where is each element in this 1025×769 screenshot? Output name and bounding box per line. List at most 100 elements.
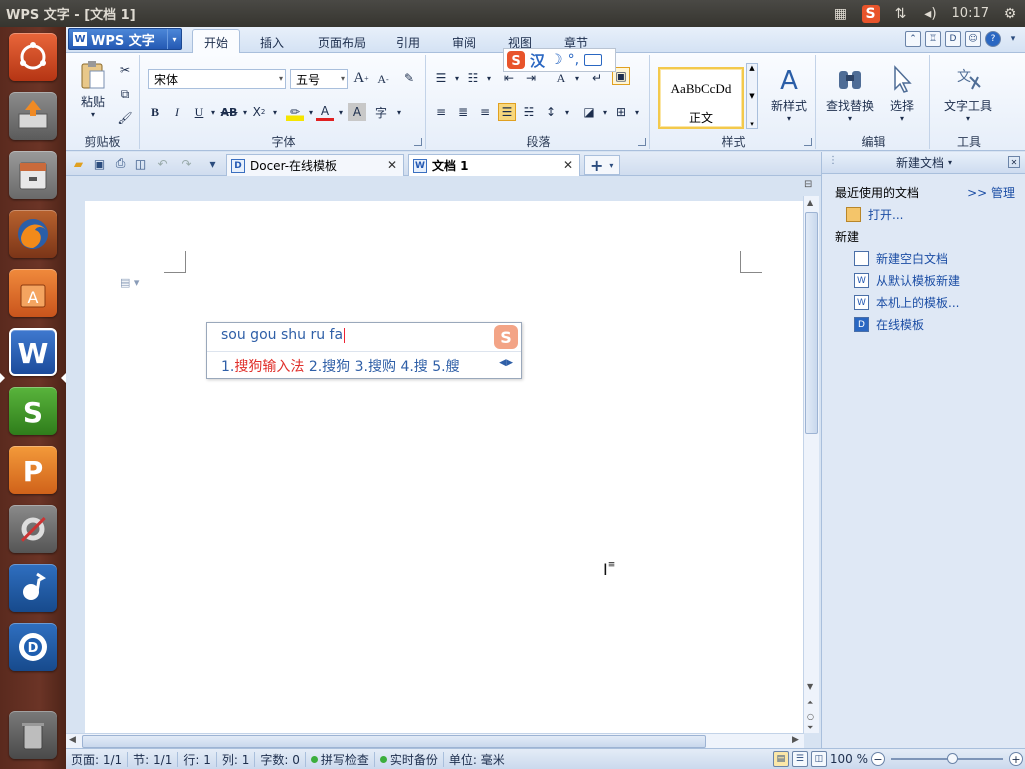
superscript-dropdown-icon[interactable]: ▾ bbox=[266, 103, 284, 121]
docer-icon[interactable]: D bbox=[945, 31, 961, 47]
zoom-in-icon[interactable]: + bbox=[1009, 752, 1023, 766]
justify-icon[interactable]: ☰ bbox=[498, 103, 516, 121]
candidate-4[interactable]: 4.搜 bbox=[400, 359, 427, 375]
style-expand-icon[interactable]: ▾ bbox=[750, 120, 754, 128]
chinese-mode-toggle[interactable]: 汉 bbox=[530, 50, 545, 71]
web-view-icon[interactable]: ◫ bbox=[810, 751, 827, 767]
candidate-page-arrows-icon[interactable]: ◀▶ bbox=[499, 358, 513, 368]
font-dialog-launcher[interactable] bbox=[414, 138, 422, 146]
collapse-ribbon-icon[interactable]: ⌃ bbox=[905, 31, 921, 47]
next-page-icon[interactable]: ⏷ bbox=[807, 723, 813, 733]
cut-icon[interactable]: ✂ bbox=[116, 61, 134, 79]
software-updater-icon[interactable] bbox=[9, 92, 57, 140]
borders-dropdown-icon[interactable]: ▾ bbox=[628, 103, 646, 121]
sogou-tray-icon[interactable]: S bbox=[861, 4, 880, 23]
dropdown-arrow-icon[interactable]: ▾ bbox=[167, 29, 181, 49]
page-view-icon[interactable]: ▤ bbox=[772, 751, 789, 767]
customize-qa-icon[interactable]: ▾ bbox=[204, 155, 221, 172]
new-tab-button[interactable]: + ▾ bbox=[584, 155, 620, 175]
wps-presentation-icon[interactable]: P bbox=[9, 446, 57, 494]
drag-handle-icon[interactable]: ⋮ bbox=[828, 155, 838, 166]
align-center-icon[interactable]: ≣ bbox=[454, 103, 472, 121]
style-scroll-up-icon[interactable]: ▲ bbox=[749, 64, 754, 72]
user-icon[interactable]: ☺ bbox=[965, 31, 981, 47]
format-painter-icon[interactable]: 🖌 bbox=[116, 109, 134, 127]
select-button[interactable]: 选择 ▾ bbox=[882, 63, 922, 123]
print-icon[interactable]: ⎙ bbox=[112, 155, 129, 172]
zoom-out-icon[interactable]: − bbox=[871, 752, 885, 766]
trash-icon[interactable] bbox=[9, 711, 57, 759]
volume-icon[interactable]: ◂) bbox=[922, 5, 940, 23]
style-scroll-down-icon[interactable]: ▼ bbox=[749, 92, 754, 100]
deepin-player-icon[interactable]: D bbox=[9, 623, 57, 671]
calendar-icon[interactable]: ▦ bbox=[832, 5, 850, 23]
outline-view-icon[interactable]: ☰ bbox=[791, 751, 808, 767]
paragraph-dialog-launcher[interactable] bbox=[638, 138, 646, 146]
open-link[interactable]: 打开... bbox=[846, 206, 903, 223]
task-pane-header[interactable]: ⋮ 新建文档 ▾ ✕ bbox=[822, 152, 1025, 174]
ime-status-bar[interactable]: S 汉 ☽ °, bbox=[503, 48, 616, 72]
distributed-icon[interactable]: ☵ bbox=[520, 103, 538, 121]
network-icon[interactable]: ⇅ bbox=[892, 5, 910, 23]
save-icon[interactable]: ▣ bbox=[91, 155, 108, 172]
style-normal[interactable]: AaBbCcDd 正文 bbox=[658, 67, 744, 129]
scroll-up-icon[interactable]: ▲ bbox=[807, 198, 813, 207]
new-style-button[interactable]: A 新样式 ▾ bbox=[764, 63, 814, 123]
line-spacing-dropdown-icon[interactable]: ▾ bbox=[558, 103, 576, 121]
document-page[interactable] bbox=[85, 201, 803, 733]
local-templates-link[interactable]: W 本机上的模板... bbox=[854, 294, 959, 311]
candidate-5[interactable]: 5.艘 bbox=[432, 359, 459, 375]
ruler-toggle-icon[interactable]: ⊟ bbox=[804, 179, 818, 193]
numbering-dropdown-icon[interactable]: ▾ bbox=[480, 69, 498, 87]
close-pane-icon[interactable]: ✕ bbox=[1008, 156, 1020, 168]
style-gallery-scroll[interactable]: ▲ ▼ ▾ bbox=[746, 63, 758, 129]
styles-dialog-launcher[interactable] bbox=[804, 138, 812, 146]
zoom-slider-knob[interactable] bbox=[947, 753, 958, 764]
ubuntu-home-icon[interactable] bbox=[9, 33, 57, 81]
tab-home[interactable]: 开始 bbox=[192, 29, 240, 54]
scroll-down-icon[interactable]: ▼ bbox=[807, 682, 813, 691]
shrink-font-icon[interactable]: A- bbox=[374, 70, 392, 88]
char-shading-icon[interactable]: A bbox=[348, 103, 366, 121]
paste-button[interactable]: 粘贴 ▾ bbox=[74, 59, 112, 119]
backup-toggle[interactable]: 实时备份 bbox=[375, 751, 444, 767]
zoom-level[interactable]: 100 % bbox=[830, 752, 868, 766]
music-player-icon[interactable] bbox=[9, 564, 57, 612]
undo-icon[interactable]: ↶ bbox=[154, 155, 171, 172]
close-tab-icon[interactable]: ✕ bbox=[387, 158, 397, 172]
phonetic-guide-icon[interactable]: 字 bbox=[372, 103, 390, 121]
status-word-count[interactable]: 字数: 0 bbox=[255, 751, 306, 767]
phonetic-dropdown-icon[interactable]: ▾ bbox=[390, 103, 408, 121]
clear-format-icon[interactable]: ✎ bbox=[400, 69, 418, 87]
font-name-dropdown-icon[interactable]: ▾ bbox=[279, 70, 283, 88]
scroll-right-icon[interactable]: ▶ bbox=[792, 735, 799, 745]
font-size-dropdown-icon[interactable]: ▾ bbox=[341, 70, 345, 88]
system-settings-icon[interactable] bbox=[9, 505, 57, 553]
clock[interactable]: 10:17 bbox=[952, 6, 989, 21]
wps-spreadsheets-icon[interactable]: S bbox=[9, 387, 57, 435]
tab-review[interactable]: 审阅 bbox=[444, 31, 484, 53]
open-folder-icon[interactable]: ▰ bbox=[70, 155, 87, 172]
new-blank-doc-link[interactable]: 新建空白文档 bbox=[854, 250, 948, 267]
power-gear-icon[interactable]: ⚙ bbox=[1001, 5, 1019, 23]
prev-page-icon[interactable]: ⏶ bbox=[807, 698, 813, 708]
candidate-1[interactable]: 1.搜狗输入法 bbox=[221, 359, 304, 375]
file-manager-icon[interactable] bbox=[9, 151, 57, 199]
sogou-logo-icon[interactable]: S bbox=[507, 51, 525, 69]
tab-page-layout[interactable]: 页面布局 bbox=[310, 31, 374, 53]
bold-icon[interactable]: B bbox=[146, 103, 164, 121]
copy-icon[interactable]: ⧉ bbox=[116, 85, 134, 103]
horizontal-scroll-thumb[interactable] bbox=[82, 735, 706, 748]
redo-icon[interactable]: ↷ bbox=[178, 155, 195, 172]
close-tab-icon[interactable]: ✕ bbox=[563, 158, 573, 172]
align-right-icon[interactable]: ≡ bbox=[476, 103, 494, 121]
help-icon[interactable]: ? bbox=[985, 31, 1001, 47]
browse-object-icon[interactable]: ○ bbox=[807, 712, 814, 721]
print-preview-icon[interactable]: ◫ bbox=[132, 155, 149, 172]
wps-menu-button[interactable]: W WPS 文字 ▾ bbox=[68, 28, 182, 50]
firefox-icon[interactable] bbox=[9, 210, 57, 258]
align-left-icon[interactable]: ≡ bbox=[432, 103, 450, 121]
tab-document-1[interactable]: W 文档 1 ✕ bbox=[408, 154, 580, 176]
find-replace-button[interactable]: 查找替换 ▾ bbox=[822, 63, 878, 123]
online-templates-link[interactable]: D 在线模板 bbox=[854, 316, 924, 333]
